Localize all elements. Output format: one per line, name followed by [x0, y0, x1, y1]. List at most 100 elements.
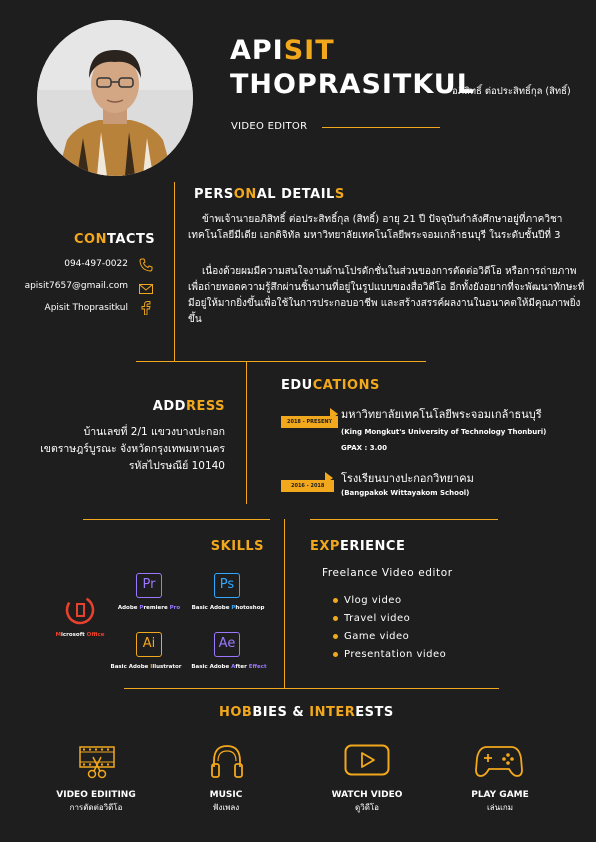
address-line-3: รหัสไปรษณีย์ 10140 [128, 460, 225, 472]
address-title-part1: ADD [152, 399, 186, 414]
educations-title: EDUCATIONS [281, 378, 380, 393]
experience-item: Game video [333, 628, 446, 646]
skill-label-photoshop: Basic Adobe Photoshop [190, 605, 266, 611]
skills-title-part1: SKI [210, 539, 237, 554]
skill-label-part: Basic Adobe [191, 664, 232, 670]
education-gpa-1: GPAX : 3.00 [341, 444, 387, 452]
divider-row-2-left [83, 519, 270, 520]
job-title: VIDEO EDITOR [231, 121, 308, 132]
contact-email[interactable]: apisit7657@gmail.com [25, 281, 128, 291]
address-title: ADDRESS [153, 399, 225, 414]
experience-item-text: Travel video [344, 613, 411, 624]
skill-label-office: Microsoft Office [50, 632, 110, 638]
premiere-icon: Pr [136, 573, 162, 598]
bullet-icon [333, 597, 338, 603]
experience-title-part1: EXP [310, 539, 340, 554]
personal-title-part2: ON [233, 187, 257, 202]
address-block: บ้านเลขที่ 2/1 แขวงบางปะกอก เขตราษฎร์บูร… [40, 424, 225, 475]
thai-name: อภิสิทธิ์ ต่อประสิทธิ์กุล (สิทธิ์) [452, 86, 571, 97]
personal-details-title: PERSONAL DETAILS [194, 187, 345, 202]
personal-vertical-divider [174, 182, 175, 362]
bullet-icon [333, 633, 338, 639]
hobbies-title-part5: ESTS [355, 705, 394, 720]
personal-title-part5: S [334, 187, 345, 202]
hobby-label-4: PLAY GAME [471, 790, 529, 800]
contact-facebook[interactable]: Apisit Thoprasitkul [45, 303, 128, 313]
first-name-part2: SIT [283, 35, 335, 66]
skill-label-part: Pro [169, 605, 181, 611]
mail-icon [139, 280, 153, 299]
divider-row-2-right [310, 519, 498, 520]
skill-label-premiere: Adobe Premiere Pro [114, 605, 184, 611]
personal-title-part4: DETAIL [276, 187, 335, 202]
address-line-1: บ้านเลขที่ 2/1 แขวงบางปะกอก [83, 426, 225, 438]
hobby-label-3: WATCH VIDEO [331, 790, 403, 800]
hobbies-title-part3: & [287, 705, 310, 720]
bullet-icon [333, 615, 338, 621]
gamepad-icon [475, 744, 523, 782]
hobby-sub-2: ฟังเพลง [212, 803, 240, 812]
experience-item-text: Vlog video [344, 595, 402, 606]
education-name-en-1: (King Mongkut's University of Technology… [341, 428, 547, 436]
skill-label-part: Basic Adobe [110, 664, 151, 670]
experience-item: Presentation video [333, 646, 446, 664]
experience-item: Travel video [333, 610, 446, 628]
hobbies-title-part2: BIES [252, 705, 288, 720]
skill-label-part: remiere [143, 605, 170, 611]
badge-arrow-1 [330, 408, 338, 420]
after-effects-icon: Ae [214, 632, 240, 657]
hobby-sub-4: เล่นเกม [487, 803, 513, 812]
vertical-divider-row-3 [284, 519, 285, 688]
education-name-th-1: มหาวิทยาลัยเทคโนโลยีพระจอมเกล้าธนบุรี [341, 408, 542, 421]
badge-arrow-2 [325, 472, 333, 484]
skill-label-part: Adobe [117, 605, 140, 611]
divider-row-1 [136, 361, 426, 362]
skills-title: SKILLS [211, 539, 264, 554]
experience-item-text: Presentation video [344, 649, 447, 660]
skills-title-part2: LLS [236, 539, 264, 554]
personal-paragraph-1: ข้าพเจ้านายอภิสิทธิ์ ต่อประสิทธิ์กุล (สิ… [188, 214, 563, 241]
hobbies-title-part4: INTER [309, 705, 356, 720]
profile-photo [37, 20, 193, 176]
skill-label-after-effects: Basic Adobe After Effect [186, 664, 272, 670]
contact-phone[interactable]: 094-497-0022 [64, 259, 128, 269]
microsoft-office-icon [65, 595, 95, 629]
skill-label-part: hotoshop [235, 605, 265, 611]
hobbies-title: HOBBIES & INTERESTS [219, 705, 394, 720]
first-name: APISIT [230, 36, 335, 66]
divider-row-3 [124, 688, 499, 689]
skill-label-illustrator: Basic Adobe Illustrator [108, 664, 184, 670]
skill-label-part: icrosoft [61, 632, 87, 638]
hobby-sub-1: การตัดต่อวิดีโอ [69, 803, 123, 812]
contacts-title: CONTACTS [74, 232, 155, 247]
skill-label-part: llustrator [152, 664, 182, 670]
bullet-icon [333, 651, 338, 657]
personal-title-part3: AL [256, 187, 277, 202]
illustrator-icon: Ai [136, 632, 162, 657]
experience-title: EXPERIENCE [310, 539, 405, 554]
facebook-icon [141, 300, 151, 319]
skill-label-part: Effect [248, 664, 267, 670]
first-name-part1: API [230, 35, 284, 66]
education-name-th-2: โรงเรียนบางปะกอกวิทยาคม [341, 472, 474, 485]
last-name: THOPRASITKUL [230, 69, 475, 100]
skill-label-part: Basic Adobe [191, 605, 232, 611]
hobby-label-2: MUSIC [209, 790, 243, 800]
hobbies-title-part1: HOB [219, 705, 253, 720]
educations-title-part2: CATIONS [312, 378, 380, 393]
play-video-icon [344, 744, 390, 784]
photoshop-icon: Ps [214, 573, 240, 598]
hobby-label-1: VIDEO EDIITING [56, 790, 136, 800]
experience-role: Freelance Video editor [322, 567, 453, 579]
portrait-image [37, 20, 193, 176]
education-name-en-2: (Bangpakok Wittayakom School) [341, 489, 470, 497]
headphones-icon [210, 743, 244, 785]
vertical-divider-row-2 [246, 361, 247, 504]
experience-title-part2: ERIENCE [339, 539, 406, 554]
hobby-sub-3: ดูวิดีโอ [355, 803, 379, 812]
personal-title-part1: PERS [194, 187, 234, 202]
address-line-2: เขตราษฎร์บูรณะ จังหวัดกรุงเทพมหานคร [40, 443, 225, 455]
phone-icon [139, 257, 153, 276]
contacts-title-part1: CON [74, 232, 107, 247]
job-title-divider [322, 127, 440, 128]
